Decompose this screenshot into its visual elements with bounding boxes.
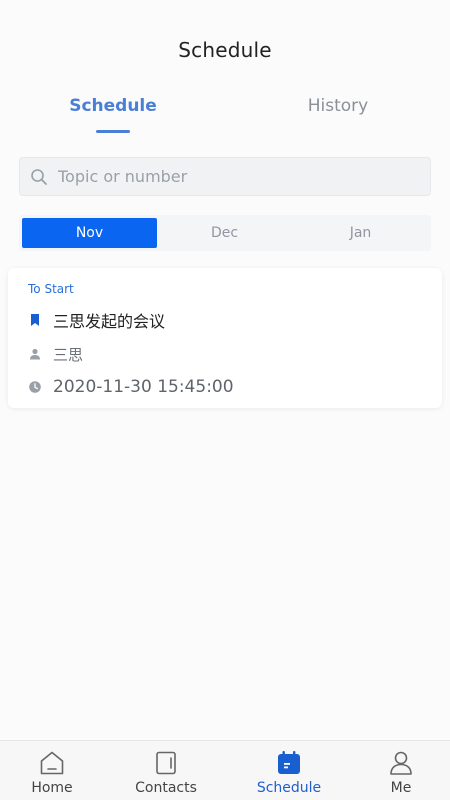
meeting-topic: 三思发起的会议	[53, 312, 166, 331]
tabbar-contacts-label: Contacts	[135, 780, 197, 796]
search-box[interactable]	[19, 157, 431, 196]
active-tab-indicator	[96, 130, 130, 133]
page-title: Schedule	[178, 38, 272, 62]
tabbar-home-label: Home	[31, 780, 73, 796]
tabbar-me[interactable]: Me	[345, 741, 450, 800]
meeting-host: 三思	[53, 345, 84, 364]
month-tab-jan[interactable]: Jan	[293, 218, 428, 248]
search-input[interactable]	[58, 158, 418, 195]
meeting-time-row: 2020-11-30 15:45:00	[28, 375, 234, 399]
tabbar-schedule[interactable]: Schedule	[233, 741, 345, 800]
person-icon	[390, 751, 412, 775]
tab-schedule[interactable]: Schedule	[33, 96, 193, 116]
calendar-icon	[278, 751, 300, 774]
month-selector: Nov Dec Jan	[19, 215, 431, 251]
meeting-time: 2020-11-30 15:45:00	[53, 377, 234, 397]
tabbar-me-label: Me	[390, 780, 412, 796]
meeting-host-row: 三思	[28, 342, 83, 366]
person-icon	[30, 348, 40, 360]
home-icon	[40, 751, 64, 775]
meeting-status: To Start	[28, 282, 74, 296]
tabbar-contacts[interactable]: Contacts	[110, 741, 222, 800]
tabbar-home[interactable]: Home	[0, 741, 108, 800]
clock-icon	[29, 381, 41, 393]
search-icon	[31, 169, 47, 185]
month-tab-dec[interactable]: Dec	[157, 218, 292, 248]
contacts-icon	[156, 751, 176, 775]
tab-history[interactable]: History	[258, 96, 418, 116]
header: Schedule	[0, 0, 450, 82]
bottom-tab-bar: Home Contacts Schedule Me	[0, 740, 450, 800]
app-screen: Schedule Schedule History Nov Dec Jan To…	[0, 0, 450, 800]
segment-tabs: Schedule History	[0, 90, 450, 138]
bookmark-icon	[31, 314, 39, 326]
tabbar-schedule-label: Schedule	[256, 780, 322, 796]
meeting-card[interactable]: To Start 三思发起的会议 三思 2020-11-30 15:45:00	[8, 268, 442, 408]
month-tab-nov[interactable]: Nov	[22, 218, 157, 248]
meeting-topic-row: 三思发起的会议	[28, 308, 165, 332]
